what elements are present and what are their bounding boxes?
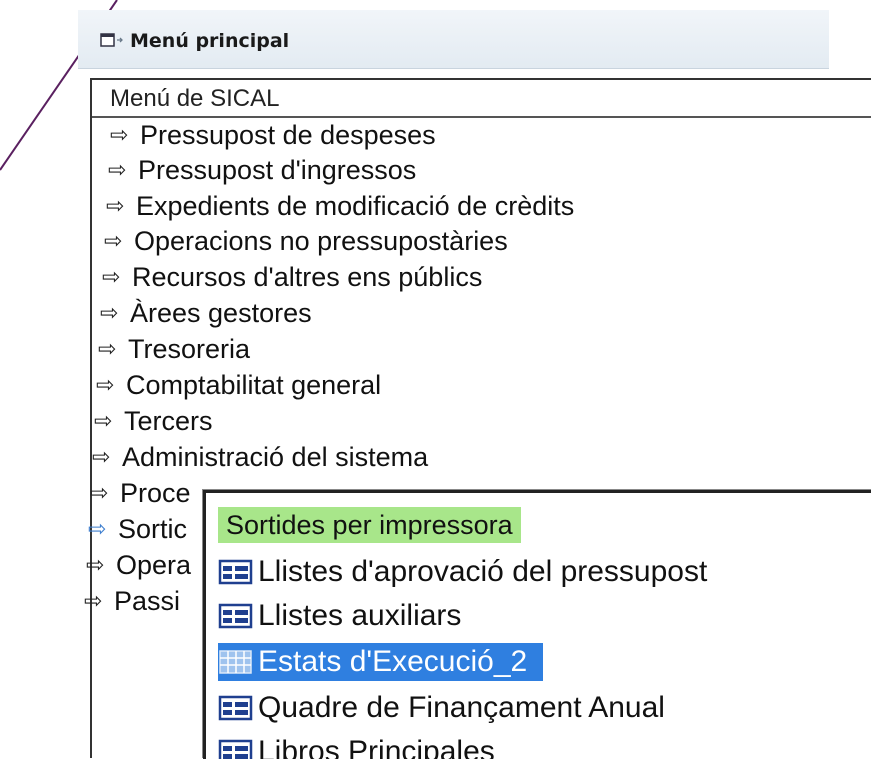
submenu-item-label: Llistes d'aprovació del pressupost xyxy=(258,555,708,588)
arrow-right-icon: ⇨ xyxy=(94,408,113,433)
window-titlebar: Menú principal xyxy=(78,10,829,69)
menu-item-label: Àrees gestores xyxy=(130,298,312,328)
report-grid-icon xyxy=(219,650,252,674)
arrow-right-icon: ⇨ xyxy=(92,444,111,469)
menu-item-opera[interactable]: ⇨ Opera xyxy=(86,550,191,584)
arrow-right-icon: ⇨ xyxy=(90,480,109,505)
submenu-item-libros-principales[interactable]: Libros Principales xyxy=(218,733,495,759)
arrow-right-icon: ⇨ xyxy=(106,193,125,218)
menu-item-label: Passi xyxy=(114,586,181,616)
menu-item-label: Operacions no pressupostàries xyxy=(134,226,508,256)
submenu-item-estats-execucio[interactable]: Estats d'Execució_2 xyxy=(218,643,544,681)
submenu-item-label: Libros Principales xyxy=(258,735,495,759)
arrow-right-icon: ⇨ xyxy=(86,552,105,577)
menu-item-administracio-sistema[interactable]: ⇨ Administració del sistema xyxy=(92,442,428,476)
window-app-icon xyxy=(100,33,123,47)
submenu-item-label: Llistes auxiliars xyxy=(258,599,462,632)
submenu-title: Sortides per impressora xyxy=(218,507,521,543)
submenu-item-llistes-aprovacio[interactable]: Llistes d'aprovació del pressupost xyxy=(218,553,707,591)
menu-item-label: Sortic xyxy=(118,514,188,544)
menu-item-operacions-no-pressupostaries[interactable]: ⇨ Operacions no pressupostàries xyxy=(104,226,508,260)
menu-item-label: Pressupost de despeses xyxy=(140,120,436,150)
menu-item-label: Comptabilitat general xyxy=(126,370,382,400)
arrow-right-icon: ⇨ xyxy=(84,588,103,613)
menu-item-comptabilitat-general[interactable]: ⇨ Comptabilitat general xyxy=(96,370,381,404)
submenu-sortides-per-impressora: Sortides per impressora Llistes d'aprova… xyxy=(203,490,871,759)
menu-item-recursos-altres-ens[interactable]: ⇨ Recursos d'altres ens públics xyxy=(102,262,482,296)
window-title: Menú principal xyxy=(130,30,290,52)
report-icon xyxy=(218,603,253,629)
arrow-right-icon: ⇨ xyxy=(108,157,127,182)
submenu-item-quadre-financament[interactable]: Quadre de Finançament Anual xyxy=(218,689,665,727)
arrow-right-icon: ⇨ xyxy=(110,122,129,147)
menu-item-label: Expedients de modificació de crèdits xyxy=(136,191,575,221)
menu-item-label: Administració del sistema xyxy=(122,442,429,472)
menu-item-passi[interactable]: ⇨ Passi xyxy=(84,586,180,620)
arrow-right-icon: ⇨ xyxy=(88,516,107,541)
report-icon xyxy=(218,695,253,721)
arrow-right-icon: ⇨ xyxy=(104,228,123,253)
submenu-item-label: Quadre de Finançament Anual xyxy=(258,691,665,724)
menu-item-pressupost-ingressos[interactable]: ⇨ Pressupost d'ingressos xyxy=(108,155,416,189)
arrow-right-icon: ⇨ xyxy=(98,336,117,361)
menu-item-tercers[interactable]: ⇨ Tercers xyxy=(94,406,213,440)
menu-item-label: Tresoreria xyxy=(128,334,251,364)
menu-item-expedients-modificacio[interactable]: ⇨ Expedients de modificació de crèdits xyxy=(106,191,574,225)
menu-item-pressupost-despeses[interactable]: ⇨ Pressupost de despeses xyxy=(110,120,436,154)
menu-item-label: Recursos d'altres ens públics xyxy=(132,262,483,292)
report-icon xyxy=(218,559,253,585)
menu-item-arees-gestores[interactable]: ⇨ Àrees gestores xyxy=(100,298,312,332)
submenu-item-llistes-auxiliars[interactable]: Llistes auxiliars xyxy=(218,597,461,635)
arrow-right-icon: ⇨ xyxy=(100,300,119,325)
menu-item-tresoreria[interactable]: ⇨ Tresoreria xyxy=(98,334,250,368)
menu-item-label: Tercers xyxy=(124,406,213,436)
menu-item-proce[interactable]: ⇨ Proce xyxy=(90,478,191,512)
arrow-right-icon: ⇨ xyxy=(102,264,121,289)
menu-item-label: Opera xyxy=(116,550,192,580)
arrow-right-icon: ⇨ xyxy=(96,372,115,397)
menu-item-label: Proce xyxy=(120,478,191,508)
menu-item-sortides[interactable]: ⇨ Sortic xyxy=(88,514,187,548)
submenu-item-label: Estats d'Execució_2 xyxy=(258,645,528,678)
menu-item-label: Pressupost d'ingressos xyxy=(138,155,417,185)
